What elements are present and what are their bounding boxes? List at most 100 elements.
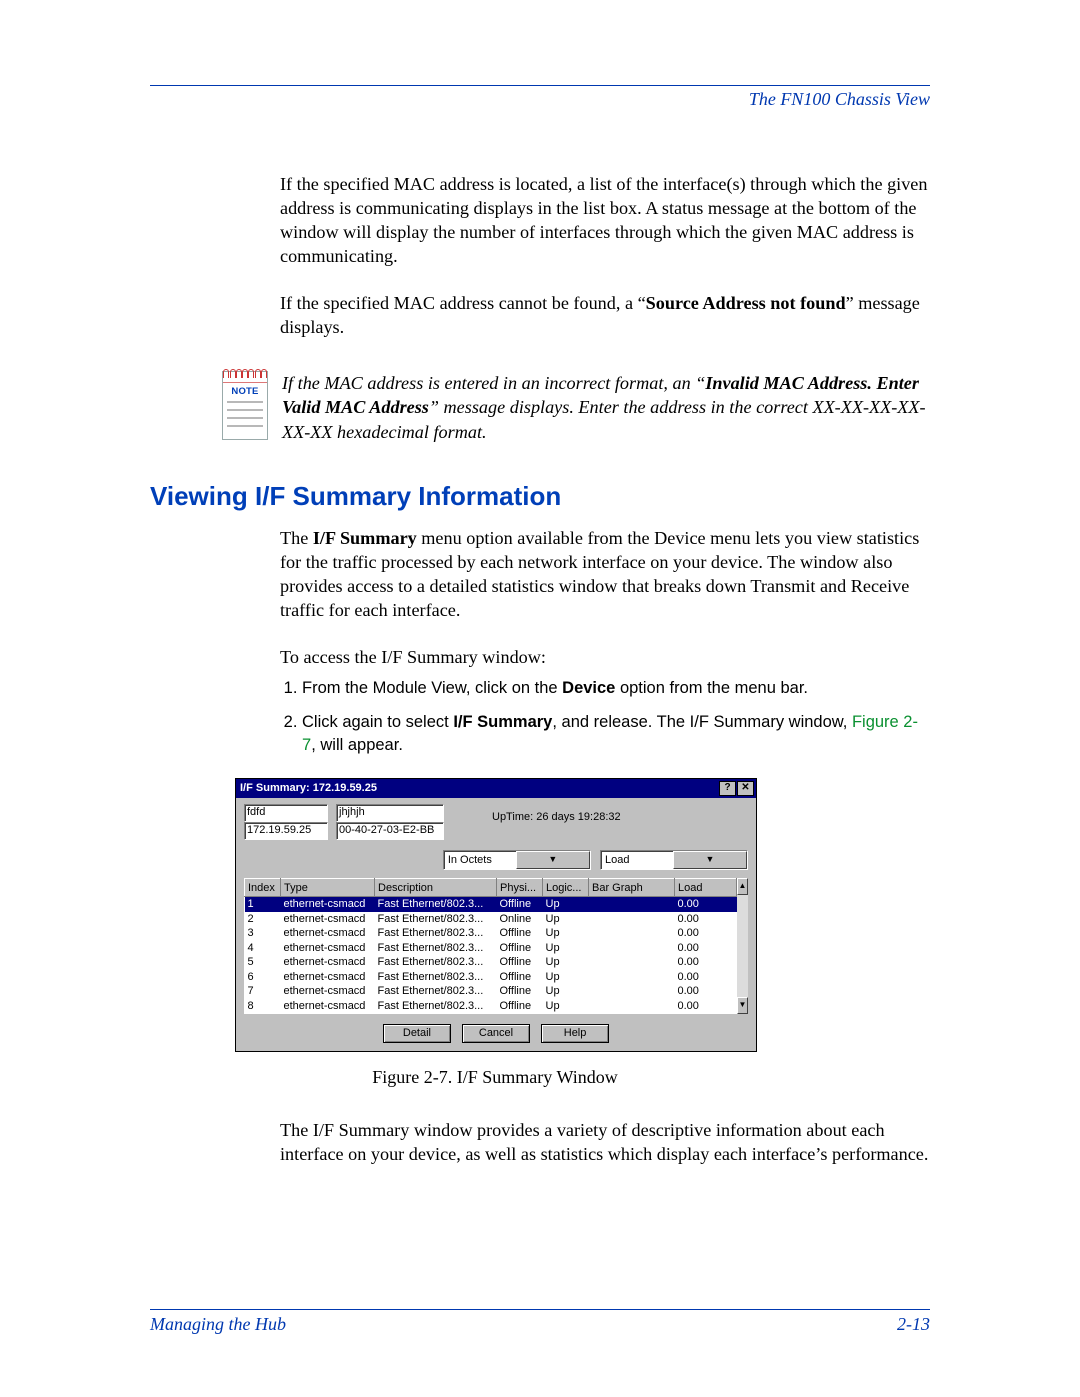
cell: Fast Ethernet/802.3... bbox=[375, 926, 497, 941]
column-header[interactable]: Index bbox=[245, 879, 281, 897]
cell: Offline bbox=[497, 999, 543, 1014]
display-select[interactable]: Load ▼ bbox=[600, 850, 748, 870]
if-summary-dialog: I/F Summary: 172.19.59.25 ? ✕ fdfd 172.1… bbox=[235, 778, 757, 1052]
column-header[interactable]: Type bbox=[281, 879, 375, 897]
cell: Offline bbox=[497, 970, 543, 985]
cell: Fast Ethernet/802.3... bbox=[375, 984, 497, 999]
scrollbar[interactable]: ▲ ▼ bbox=[737, 878, 748, 1013]
cell: Online bbox=[497, 912, 543, 927]
field-name: fdfd bbox=[244, 804, 328, 822]
cell bbox=[589, 984, 675, 999]
cancel-button[interactable]: Cancel bbox=[462, 1024, 530, 1044]
footer-left: Managing the Hub bbox=[150, 1313, 286, 1337]
help-button[interactable]: Help bbox=[541, 1024, 609, 1044]
titlebar[interactable]: I/F Summary: 172.19.59.25 ? ✕ bbox=[236, 779, 756, 798]
paragraph: If the specified MAC address cannot be f… bbox=[280, 291, 930, 339]
strong-text: Source Address not found bbox=[646, 293, 846, 313]
cell: Offline bbox=[497, 897, 543, 912]
cell: 7 bbox=[245, 984, 281, 999]
column-header[interactable]: Description bbox=[375, 879, 497, 897]
cell: ethernet-csmacd bbox=[281, 955, 375, 970]
table-row[interactable]: 2ethernet-csmacdFast Ethernet/802.3...On… bbox=[245, 912, 737, 927]
cell: Up bbox=[543, 970, 589, 985]
list-item: From the Module View, click on the Devic… bbox=[302, 677, 930, 701]
table-row[interactable]: 3ethernet-csmacdFast Ethernet/802.3...Of… bbox=[245, 926, 737, 941]
cell bbox=[589, 897, 675, 912]
text: The bbox=[280, 528, 313, 548]
title-text: I/F Summary: 172.19.59.25 bbox=[240, 781, 377, 796]
strong-text: Device bbox=[562, 679, 615, 697]
column-header[interactable]: Physi... bbox=[497, 879, 543, 897]
cell: Offline bbox=[497, 984, 543, 999]
field-mac: 00-40-27-03-E2-BB bbox=[336, 822, 444, 840]
steps-list: From the Module View, click on the Devic… bbox=[280, 677, 930, 759]
cell: 0.00 bbox=[675, 897, 737, 912]
cell: Offline bbox=[497, 955, 543, 970]
column-header[interactable]: Bar Graph bbox=[589, 879, 675, 897]
select-value: In Octets bbox=[444, 853, 516, 868]
cell: ethernet-csmacd bbox=[281, 912, 375, 927]
select-value: Load bbox=[601, 853, 673, 868]
cell: 0.00 bbox=[675, 984, 737, 999]
table-row[interactable]: 6ethernet-csmacdFast Ethernet/802.3...Of… bbox=[245, 970, 737, 985]
cell: ethernet-csmacd bbox=[281, 999, 375, 1014]
uptime-label: UpTime: 26 days 19:28:32 bbox=[492, 810, 621, 825]
cell: Fast Ethernet/802.3... bbox=[375, 999, 497, 1014]
cell: Up bbox=[543, 999, 589, 1014]
cell: 0.00 bbox=[675, 955, 737, 970]
table-row[interactable]: 7ethernet-csmacdFast Ethernet/802.3...Of… bbox=[245, 984, 737, 999]
cell bbox=[589, 955, 675, 970]
text: , and release. The I/F Summary window, bbox=[552, 713, 852, 731]
cell: 2 bbox=[245, 912, 281, 927]
cell: 0.00 bbox=[675, 999, 737, 1014]
text: , will appear. bbox=[311, 736, 403, 754]
cell: Fast Ethernet/802.3... bbox=[375, 970, 497, 985]
cell: 8 bbox=[245, 999, 281, 1014]
text: If the MAC address is entered in an inco… bbox=[282, 373, 705, 393]
close-icon[interactable]: ✕ bbox=[737, 781, 754, 796]
note-text: If the MAC address is entered in an inco… bbox=[282, 371, 930, 445]
cell bbox=[589, 912, 675, 927]
cell: Fast Ethernet/802.3... bbox=[375, 941, 497, 956]
scroll-up-icon[interactable]: ▲ bbox=[737, 878, 748, 895]
chevron-down-icon[interactable]: ▼ bbox=[673, 851, 747, 869]
cell: 3 bbox=[245, 926, 281, 941]
cell bbox=[589, 941, 675, 956]
table-row[interactable]: 4ethernet-csmacdFast Ethernet/802.3...Of… bbox=[245, 941, 737, 956]
cell: 4 bbox=[245, 941, 281, 956]
table-row[interactable]: 1ethernet-csmacdFast Ethernet/802.3...Of… bbox=[245, 897, 737, 912]
chevron-down-icon[interactable]: ▼ bbox=[516, 851, 590, 869]
cell: 0.00 bbox=[675, 970, 737, 985]
paragraph: The I/F Summary window provides a variet… bbox=[280, 1118, 930, 1166]
cell: ethernet-csmacd bbox=[281, 970, 375, 985]
column-header[interactable]: Logic... bbox=[543, 879, 589, 897]
table-row[interactable]: 8ethernet-csmacdFast Ethernet/802.3...Of… bbox=[245, 999, 737, 1014]
cell: Offline bbox=[497, 941, 543, 956]
column-header[interactable]: Load bbox=[675, 879, 737, 897]
cell: Offline bbox=[497, 926, 543, 941]
text: From the Module View, click on the bbox=[302, 679, 562, 697]
table-row[interactable]: 5ethernet-csmacdFast Ethernet/802.3...Of… bbox=[245, 955, 737, 970]
list-item: Click again to select I/F Summary, and r… bbox=[302, 711, 930, 759]
cell: 0.00 bbox=[675, 912, 737, 927]
cell: Up bbox=[543, 912, 589, 927]
metric-select[interactable]: In Octets ▼ bbox=[443, 850, 591, 870]
interface-table[interactable]: IndexTypeDescriptionPhysi...Logic...Bar … bbox=[244, 878, 737, 1013]
note-label: NOTE bbox=[223, 383, 267, 399]
paragraph: If the specified MAC address is located,… bbox=[280, 172, 930, 268]
cell bbox=[589, 970, 675, 985]
cell: ethernet-csmacd bbox=[281, 926, 375, 941]
cell: ethernet-csmacd bbox=[281, 941, 375, 956]
cell: Up bbox=[543, 926, 589, 941]
scroll-down-icon[interactable]: ▼ bbox=[737, 997, 748, 1014]
field-ip: 172.19.59.25 bbox=[244, 822, 328, 840]
detail-button[interactable]: Detail bbox=[383, 1024, 451, 1044]
cell bbox=[589, 926, 675, 941]
cell: Fast Ethernet/802.3... bbox=[375, 897, 497, 912]
cell: Up bbox=[543, 941, 589, 956]
note-icon: NOTE bbox=[222, 371, 268, 440]
help-icon[interactable]: ? bbox=[719, 781, 736, 796]
cell: 6 bbox=[245, 970, 281, 985]
cell: Up bbox=[543, 984, 589, 999]
footer-page-number: 2-13 bbox=[897, 1313, 930, 1337]
